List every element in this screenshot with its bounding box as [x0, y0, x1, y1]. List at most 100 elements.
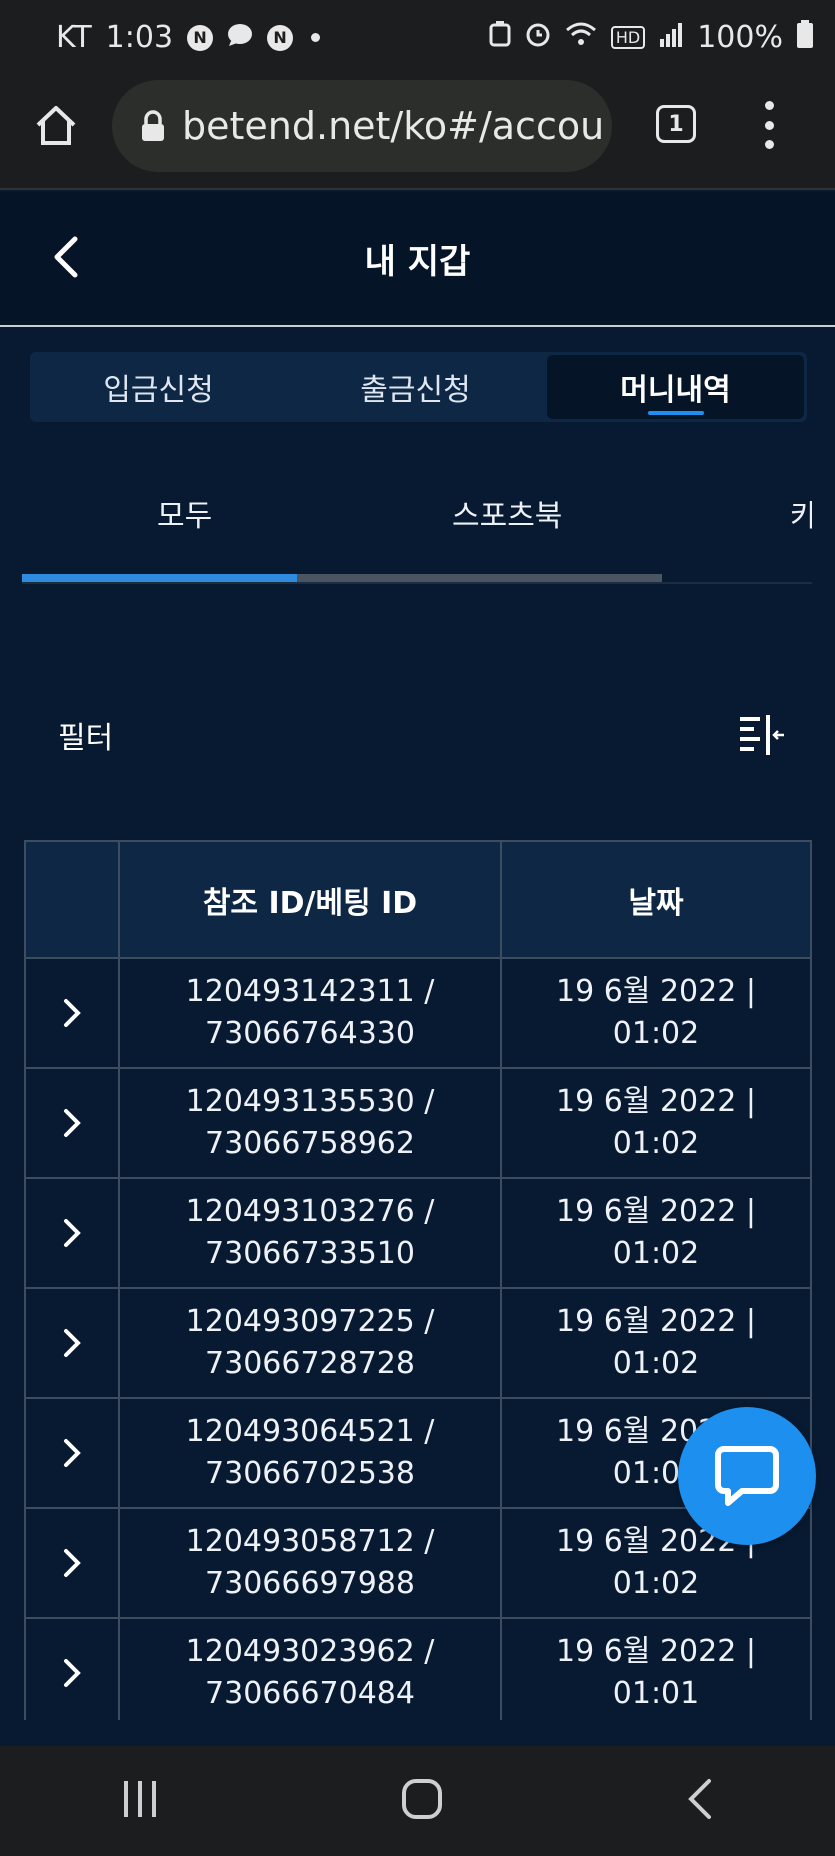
subtab-scrollbar[interactable]: [22, 574, 662, 582]
battery-icon: [797, 19, 813, 56]
system-nav-bar: [0, 1746, 835, 1856]
reference-id-cell: 120493135530 / 73066758962: [118, 1067, 502, 1179]
alarm-icon: [525, 20, 551, 55]
chevron-right-icon: [64, 1329, 81, 1357]
reference-id-cell: 120493064521 / 73066702538: [118, 1397, 502, 1509]
reference-id: 120493142311 /: [185, 974, 435, 1009]
browser-toolbar: betend.net/ko#/accou 1: [0, 75, 835, 190]
home-button[interactable]: [28, 97, 84, 153]
browser-menu-button[interactable]: [754, 101, 784, 149]
subtab-sportsbook[interactable]: 스포츠북: [452, 470, 562, 555]
expand-row-button[interactable]: [24, 1177, 120, 1289]
tab-money-history[interactable]: 머니내역: [547, 355, 804, 419]
filter-toggle-button[interactable]: [736, 711, 788, 759]
recent-apps-button[interactable]: [120, 1779, 160, 1823]
live-chat-button[interactable]: [678, 1407, 816, 1545]
table-row: 120493058712 /73066697988 19 6월 2022 | 01…: [24, 1507, 812, 1619]
filter-icon: [740, 715, 784, 755]
menu-dot-icon: [764, 140, 774, 149]
address-bar[interactable]: betend.net/ko#/accou: [112, 80, 612, 172]
bet-id: 73066733510: [205, 1236, 415, 1271]
page-title: 내 지갑: [364, 242, 471, 282]
subtab-all[interactable]: 모두: [157, 470, 212, 555]
recycle-icon: [489, 20, 511, 55]
date-value: 19 6월 2022 |: [556, 1084, 756, 1119]
clock: 1:03: [105, 20, 174, 55]
page-header: 내 지갑: [0, 192, 835, 327]
table-row: 120493135530 / 73066758962 19 6월 2022 | 01…: [24, 1067, 812, 1179]
hd-network-label: HD: [610, 26, 646, 49]
reference-id-cell: 120493023962 / 73066670484: [118, 1617, 502, 1729]
chevron-right-icon: [64, 1109, 81, 1137]
reference-id: 120493058712 /: [185, 1524, 435, 1559]
tab-withdraw[interactable]: 출금신청: [287, 352, 544, 422]
date-cell: 19 6월 2022 | 01:02: [500, 1067, 812, 1179]
table-row: 120493097225 / 73066728728 19 6월 2022 | 01…: [24, 1287, 812, 1399]
date-value: 19 6월 2022 |: [556, 974, 756, 1009]
status-left: KT 1:03 N N: [56, 20, 321, 55]
expand-row-button[interactable]: [24, 1617, 120, 1729]
system-home-button[interactable]: [400, 1777, 444, 1825]
expand-row-button[interactable]: [24, 1397, 120, 1509]
subtab-casino[interactable]: 카: [790, 470, 812, 555]
chevron-left-icon: [54, 236, 78, 278]
system-back-button[interactable]: [685, 1777, 715, 1825]
status-bar: KT 1:03 N N HD 100%: [0, 0, 835, 75]
tab-switcher-button[interactable]: 1: [656, 105, 696, 143]
menu-dot-icon: [764, 101, 774, 110]
bet-id: 73066758962: [205, 1126, 415, 1161]
back-button[interactable]: [44, 232, 88, 282]
reference-id: 120493097225 /: [185, 1304, 435, 1339]
wifi-icon: [565, 20, 597, 55]
lock-icon: [142, 110, 164, 141]
filter-label: 필터: [58, 721, 114, 756]
chevron-right-icon: [64, 1439, 81, 1467]
reference-id: 120493103276 /: [185, 1194, 435, 1229]
filter-row: 필터: [58, 700, 788, 770]
reference-id-cell: 120493103276 / 73066733510: [118, 1177, 502, 1289]
notification-n-icon-2: N: [267, 24, 294, 51]
expand-row-button[interactable]: [24, 1067, 120, 1179]
header-expand: [24, 840, 120, 959]
bet-id: 73066702538: [205, 1456, 415, 1491]
status-right: HD 100%: [489, 19, 813, 56]
date-value: 19 6월 2022 |: [556, 1634, 756, 1669]
carrier-label: KT: [56, 20, 92, 55]
chevron-right-icon: [64, 1659, 81, 1687]
date-cell: 19 6월 2022 | 01:01: [500, 1617, 812, 1729]
reference-id-cell: 120493058712 / 73066697988: [118, 1507, 502, 1619]
chevron-right-icon: [64, 1549, 81, 1577]
subtab-divider: [22, 582, 812, 584]
date-cell: 19 6월 2022 | 01:02: [500, 1287, 812, 1399]
date-value: 19 6월 2022 |: [556, 1194, 756, 1229]
bet-id: 73066764330: [205, 1016, 415, 1051]
chat-icon: [715, 1446, 779, 1506]
subtab-scroll-thumb[interactable]: [22, 574, 298, 582]
wallet-tabs: 입금신청 출금신청 머니내역: [30, 352, 807, 422]
table-header-row: 참조 ID/베팅 ID 날짜: [24, 840, 812, 959]
time-value: 01:01: [612, 1676, 700, 1711]
bet-id: 73066697988: [205, 1566, 415, 1601]
home-icon: [36, 106, 76, 145]
time-value: 01:02: [612, 1016, 700, 1051]
reference-id-cell: 120493097225 / 73066728728: [118, 1287, 502, 1399]
expand-row-button[interactable]: [24, 1287, 120, 1399]
time-value: 01:02: [612, 1236, 700, 1271]
bet-id: 73066728728: [205, 1346, 415, 1381]
history-subtabs: 모두 스포츠북 카: [22, 470, 812, 585]
expand-row-button[interactable]: [24, 957, 120, 1069]
table-row: 120493023962 / 73066670484 19 6월 2022 | 01…: [24, 1617, 812, 1729]
menu-dot-icon: [764, 120, 774, 130]
bet-id: 73066670484: [205, 1676, 415, 1711]
home-circle-icon: [402, 1779, 443, 1819]
tab-deposit[interactable]: 입금신청: [30, 352, 287, 422]
chevron-right-icon: [64, 1219, 81, 1247]
header-reference-id: 참조 ID/베팅 ID: [118, 840, 502, 959]
expand-row-button[interactable]: [24, 1507, 120, 1619]
signal-icon: [659, 20, 683, 55]
notification-n-icon: N: [187, 24, 214, 51]
table-row: 120493103276 / 73066733510 19 6월 2022 | 01…: [24, 1177, 812, 1289]
content-bottom-edge: [0, 1720, 835, 1746]
reference-id: 120493064521 /: [185, 1414, 435, 1449]
more-notifications-dot: [311, 33, 321, 42]
